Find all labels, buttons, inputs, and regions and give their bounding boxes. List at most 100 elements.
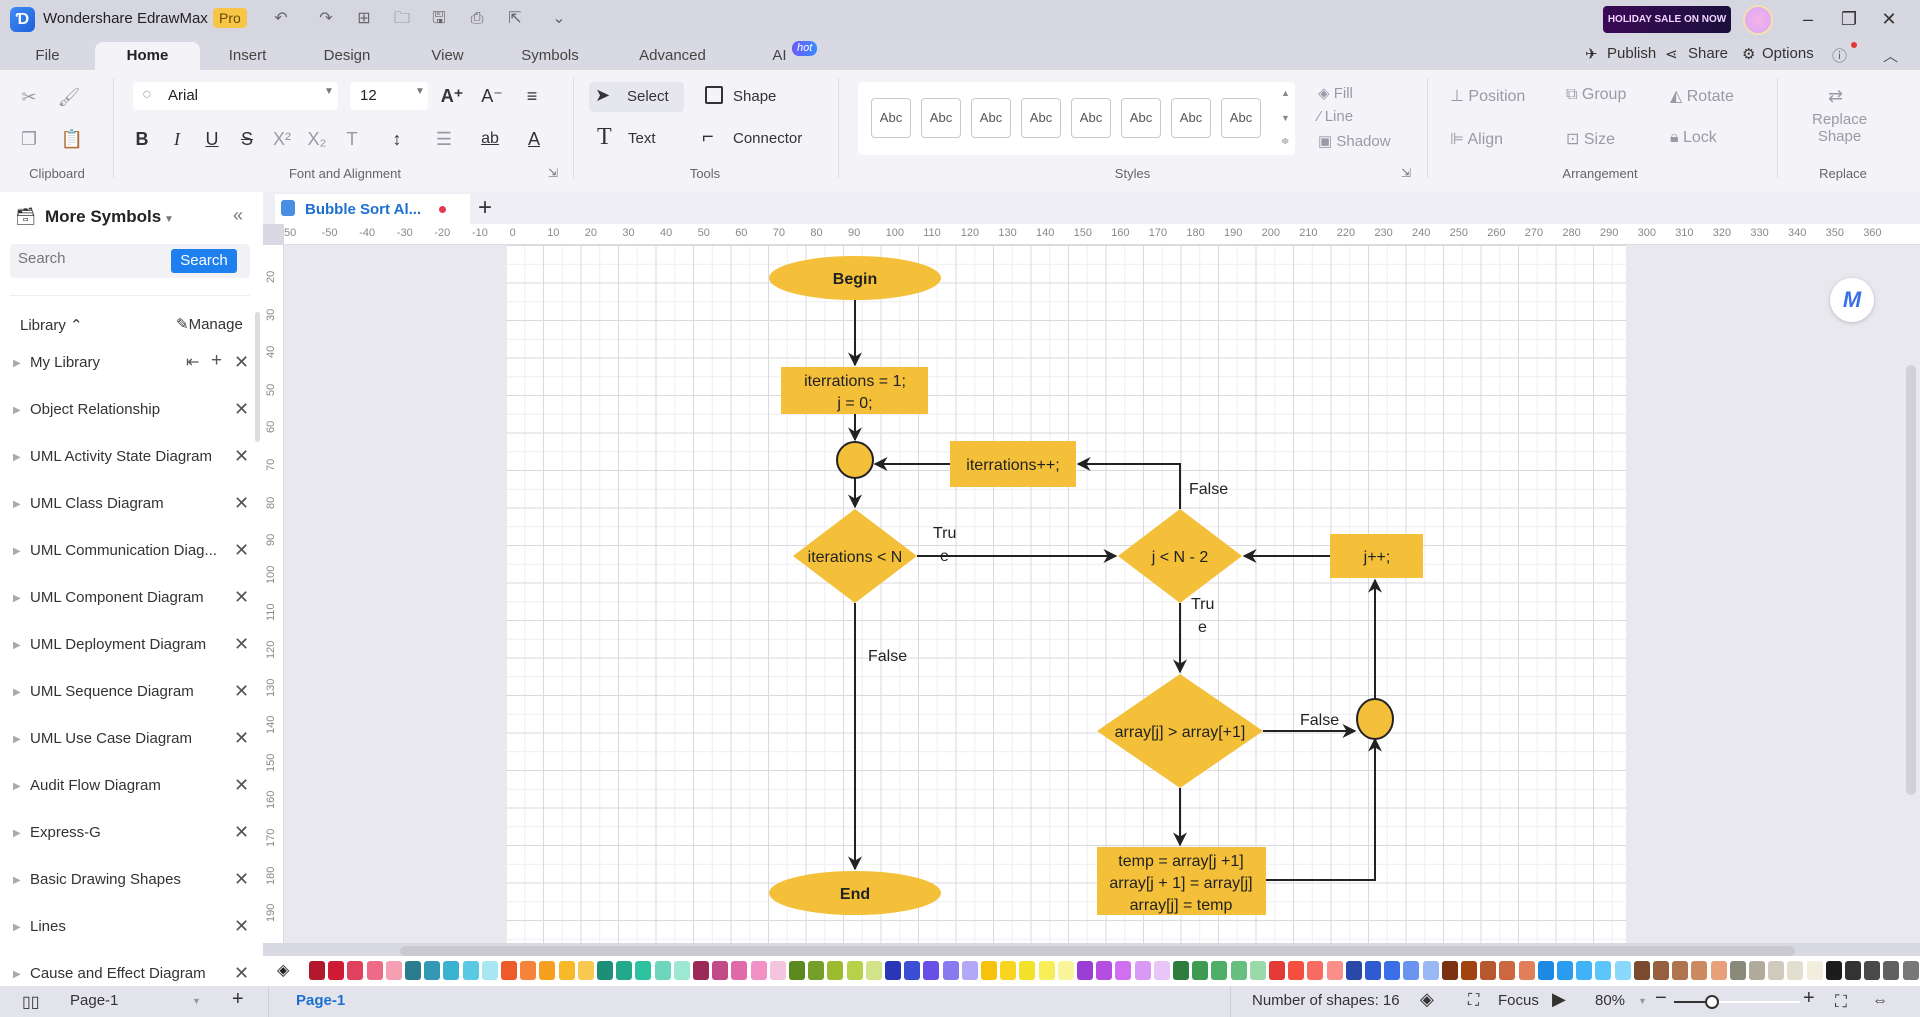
color-swatch[interactable] [1518, 961, 1535, 980]
style-preset[interactable]: Abc [1221, 98, 1261, 138]
color-swatch[interactable] [1557, 961, 1573, 980]
font-family-select[interactable]: Arial [133, 82, 338, 110]
style-preset[interactable]: Abc [921, 98, 961, 138]
close-icon[interactable]: ✕ [234, 352, 249, 373]
color-swatch[interactable] [885, 961, 901, 980]
color-swatch[interactable] [1729, 961, 1746, 980]
close-icon[interactable]: ✕ [234, 775, 249, 796]
fill-button[interactable]: ◈ Fill [1318, 84, 1353, 102]
close-icon[interactable]: ✕ [234, 822, 249, 843]
expand-icon[interactable]: ⇲ [1401, 166, 1411, 180]
import-icon[interactable]: ⇤ [186, 352, 199, 372]
close-icon[interactable]: ✕ [234, 963, 249, 984]
customize-toolbar-icon[interactable]: ⌄ [548, 8, 570, 30]
color-swatch[interactable] [865, 961, 882, 980]
color-swatch[interactable] [1480, 961, 1497, 980]
color-swatch[interactable] [405, 961, 421, 980]
new-tab-icon[interactable]: + [470, 194, 500, 222]
color-swatch[interactable] [1307, 961, 1324, 980]
connector-tool[interactable]: ⌐ Connector [700, 124, 820, 154]
close-icon[interactable]: ✕ [234, 728, 249, 749]
library-item[interactable]: ▶ UML Sequence Diagram ✕ [0, 673, 263, 720]
replace-shape-icon[interactable]: ⇄ [1828, 86, 1843, 107]
print-icon[interactable]: ⎙ [466, 8, 488, 30]
style-preset[interactable]: Abc [971, 98, 1011, 138]
color-swatch[interactable] [443, 961, 460, 980]
color-swatch[interactable] [1691, 961, 1708, 980]
color-swatch[interactable] [1806, 961, 1823, 980]
color-swatch[interactable] [789, 961, 805, 980]
color-swatch[interactable] [424, 961, 441, 980]
document-tab[interactable]: Bubble Sort Al... [275, 194, 470, 224]
color-swatch[interactable] [1461, 961, 1477, 980]
color-swatch[interactable] [1326, 961, 1343, 980]
scroll-down-icon[interactable]: ▼ [1281, 113, 1290, 123]
style-preset[interactable]: Abc [1171, 98, 1211, 138]
color-swatch[interactable] [1633, 961, 1650, 980]
layers-icon[interactable]: ◈ [1420, 989, 1434, 1010]
color-swatch[interactable] [1038, 961, 1055, 980]
color-swatch[interactable] [1384, 961, 1401, 980]
color-swatch[interactable] [1499, 961, 1516, 980]
symbol-search-input[interactable] [18, 250, 168, 267]
page-tab[interactable]: Page-1 [296, 992, 345, 1009]
zoom-out-icon[interactable]: − [1655, 987, 1667, 1010]
library-item[interactable]: ▶ Lines ✕ [0, 908, 263, 955]
color-swatch[interactable] [846, 961, 863, 980]
color-swatch[interactable] [961, 961, 978, 980]
underline-icon[interactable]: U [200, 127, 224, 151]
subscript-icon[interactable]: X₂ [305, 127, 329, 151]
color-swatch[interactable] [808, 961, 825, 980]
color-swatch[interactable] [1614, 961, 1631, 980]
color-swatch[interactable] [712, 961, 729, 980]
color-swatch[interactable] [1825, 961, 1842, 980]
library-item[interactable]: ▶ UML Component Diagram ✕ [0, 579, 263, 626]
zoom-slider-handle[interactable] [1704, 995, 1719, 1009]
close-icon[interactable]: ✕ [234, 681, 249, 702]
drawing-page[interactable] [506, 245, 1626, 943]
lock-button[interactable]: 🔒︎ Lock [1670, 129, 1717, 147]
color-swatch[interactable] [1077, 961, 1093, 980]
color-swatch[interactable] [769, 961, 786, 980]
color-swatch[interactable] [1269, 961, 1285, 980]
close-icon[interactable]: ✕ [234, 493, 249, 514]
library-item[interactable]: ▶ Audit Flow Diagram ✕ [0, 767, 263, 814]
color-swatch[interactable] [1057, 961, 1074, 980]
vertical-scrollbar[interactable] [1906, 365, 1916, 795]
close-icon[interactable]: ✕ [234, 869, 249, 890]
zoom-level[interactable]: 80% [1595, 992, 1625, 1009]
select-tool[interactable]: ➤ Select [589, 82, 684, 112]
open-folder-icon[interactable]: 🗀 [391, 8, 413, 30]
color-swatch[interactable] [1845, 961, 1861, 980]
library-item[interactable]: ▶ UML Communication Diag... ✕ [0, 532, 263, 579]
shape-tool[interactable]: Shape [700, 82, 795, 112]
page-selector[interactable]: Page-1 [70, 992, 118, 1009]
line-button[interactable]: ⁄ Line [1318, 108, 1353, 125]
close-icon[interactable]: ✕ [234, 916, 249, 937]
new-file-icon[interactable]: ⊞ [353, 8, 375, 30]
format-painter-icon[interactable]: 🖌 [57, 85, 81, 109]
undo-icon[interactable]: ↶ [270, 8, 292, 30]
drawing-canvas[interactable] [284, 245, 1920, 943]
color-swatch[interactable] [1000, 961, 1017, 980]
text-tool[interactable]: T Text [595, 124, 675, 154]
zoom-slider-track[interactable] [1674, 995, 1800, 1009]
color-swatch[interactable] [1115, 961, 1132, 980]
color-swatch[interactable] [904, 961, 921, 980]
shadow-button[interactable]: ▣ Shadow [1318, 132, 1391, 150]
color-swatch[interactable] [731, 961, 748, 980]
user-avatar[interactable] [1743, 5, 1773, 35]
color-swatch[interactable] [1153, 961, 1170, 980]
library-item[interactable]: ▶ Basic Drawing Shapes ✕ [0, 861, 263, 908]
style-preset[interactable]: Abc [1071, 98, 1111, 138]
color-swatch[interactable] [1653, 961, 1669, 980]
library-item[interactable]: ▶ Cause and Effect Diagram ✕ [0, 955, 263, 986]
color-swatch[interactable] [1173, 961, 1189, 980]
color-swatch[interactable] [558, 961, 575, 980]
share-button[interactable]: Share [1688, 45, 1728, 62]
strikethrough-icon[interactable]: S [235, 127, 259, 151]
color-swatch[interactable] [635, 961, 652, 980]
symbol-search-button[interactable]: Search [171, 249, 237, 273]
color-swatch[interactable] [1403, 961, 1420, 980]
library-item[interactable]: ▶ UML Activity State Diagram ✕ [0, 438, 263, 485]
